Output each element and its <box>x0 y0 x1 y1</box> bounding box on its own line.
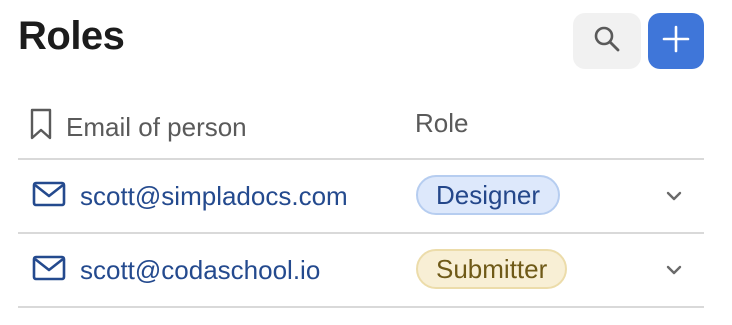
column-header-email-label: Email of person <box>66 112 247 142</box>
column-header-role[interactable]: Role <box>415 108 468 139</box>
bookmark-icon <box>30 108 52 147</box>
table-header: Email of person Role <box>18 100 704 160</box>
email-link[interactable]: scott@simpladocs.com <box>80 181 348 212</box>
mail-icon <box>32 255 66 286</box>
plus-icon <box>662 25 690 58</box>
add-role-button[interactable] <box>648 13 704 69</box>
email-cell[interactable]: scott@codaschool.io <box>32 234 320 306</box>
roles-page: Roles Email of person Role scott@simplad… <box>0 0 732 325</box>
role-badge[interactable]: Submitter <box>416 249 568 289</box>
role-badge[interactable]: Designer <box>416 175 561 215</box>
table-row[interactable]: scott@codaschool.io Submitter <box>18 234 704 308</box>
search-icon <box>592 24 622 59</box>
chevron-down-icon[interactable] <box>662 258 686 282</box>
table-row[interactable]: scott@simpladocs.com Designer <box>18 160 704 234</box>
email-cell[interactable]: scott@simpladocs.com <box>32 160 348 232</box>
page-title: Roles <box>18 14 125 58</box>
column-header-email[interactable]: Email of person <box>30 108 247 147</box>
chevron-down-icon[interactable] <box>662 184 686 208</box>
search-button[interactable] <box>573 13 641 69</box>
email-link[interactable]: scott@codaschool.io <box>80 255 320 286</box>
mail-icon <box>32 181 66 212</box>
